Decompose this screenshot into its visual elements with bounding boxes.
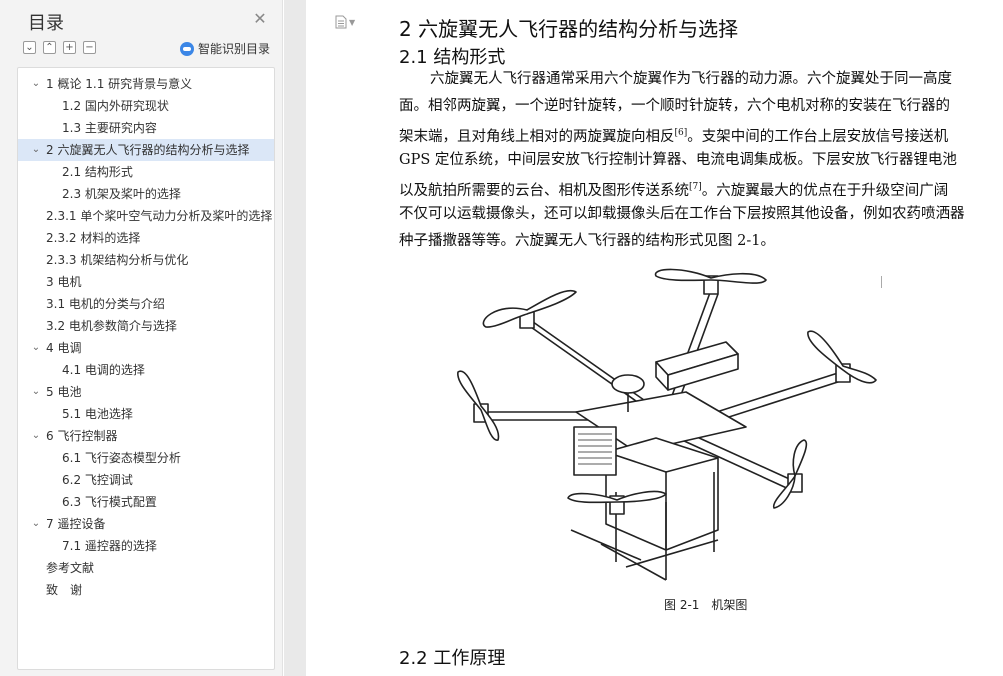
close-icon[interactable]: ✕ [252, 11, 268, 27]
toc-item[interactable]: ⌄ 1 概论 1.1 研究背景与意义 [18, 73, 274, 95]
line-text: 面。相邻两旋翼，一个逆时针旋转，一个顺时针旋转，六个电机对称的安装在飞行器的 [399, 98, 950, 114]
toc-item[interactable]: 2.3.2 材料的选择 [18, 227, 274, 249]
line-text: 种子播撒器等等。六旋翼无人飞行器的结构形式见图 2-1。 [399, 233, 775, 249]
toc-item[interactable]: ⌄ 4 电调 [18, 337, 274, 359]
toc-item-label: 5 电池 [46, 385, 82, 399]
heading-1: 2 六旋翼无人飞行器的结构分析与选择 [399, 17, 739, 41]
paragraph-line: 以及航拍所需要的云台、相机及图形传送系统[7]。六旋翼最大的优点在于升级空间广阔 [399, 174, 1003, 201]
toc-item[interactable]: 3.1 电机的分类与介绍 [18, 293, 274, 315]
toc-item[interactable]: ⌄ 6 飞行控制器 [18, 425, 274, 447]
figure-caption: 图 2-1 机架图 [664, 598, 748, 612]
toc-item-label: 4.1 电调的选择 [62, 363, 145, 377]
toc-item[interactable]: 3 电机 [18, 271, 274, 293]
toc-title: 目录 [28, 13, 64, 34]
toc-item[interactable]: 致 谢 [18, 579, 274, 601]
chevron-down-icon[interactable]: ⌄ [30, 73, 42, 95]
toc-item[interactable]: ⌄ 7 遥控设备 [18, 513, 274, 535]
toc-item-label: 2.1 结构形式 [62, 165, 133, 179]
paragraph-line: 不仅可以运载摄像头，还可以卸载摄像头后在工作台下层按照其他设备，例如农药喷洒器 [399, 201, 1003, 228]
toc-panel: 目录 ✕ ⌄ ⌃ + − 智能识别目录 ⌄ 1 概论 1.1 研究背景与意义 1.2… [0, 0, 283, 676]
toc-item-label: 3.2 电机参数简介与选择 [46, 319, 177, 333]
toc-item-label: 2.3.2 材料的选择 [46, 231, 141, 245]
paragraph-line: 架末端，且对角线上相对的两旋翼旋向相反[6]。支架中间的工作台上层安放信号接送机 [399, 120, 1003, 147]
toc-item[interactable]: 5.1 电池选择 [18, 403, 274, 425]
toc-item-label: 2 六旋翼无人飞行器的结构分析与选择 [46, 143, 250, 157]
toc-item-label: 1.3 主要研究内容 [62, 121, 157, 135]
toc-list: ⌄ 1 概论 1.1 研究背景与意义 1.2 国内外研究现状 1.3 主要研究内容 ⌄ 2… [17, 67, 275, 670]
toc-item[interactable]: 6.1 飞行姿态模型分析 [18, 447, 274, 469]
toc-item-label: 2.3 机架及桨叶的选择 [62, 187, 181, 201]
toc-item[interactable]: ⌄ 2 六旋翼无人飞行器的结构分析与选择 [18, 139, 274, 161]
page-gutter [284, 0, 306, 676]
paragraph-line: 面。相邻两旋翼，一个逆时针旋转，一个顺时针旋转，六个电机对称的安装在飞行器的 [399, 93, 1003, 120]
toc-item-label: 5.1 电池选择 [62, 407, 133, 421]
toc-item-label: 6.2 飞控调试 [62, 473, 133, 487]
toc-item[interactable]: 4.1 电调的选择 [18, 359, 274, 381]
toc-item[interactable]: 6.3 飞行模式配置 [18, 491, 274, 513]
toc-item-label: 6 飞行控制器 [46, 429, 118, 443]
toc-item[interactable]: 1.2 国内外研究现状 [18, 95, 274, 117]
chevron-down-icon[interactable]: ⌄ [30, 139, 42, 161]
chevron-down-icon: ▼ [349, 17, 356, 27]
paragraph-line: 种子播撒器等等。六旋翼无人飞行器的结构形式见图 2-1。 [399, 228, 1003, 255]
toc-item-label: 2.3.3 机架结构分析与优化 [46, 253, 189, 267]
toc-item[interactable]: 6.2 飞控调试 [18, 469, 274, 491]
toc-toolbar: ⌄ ⌃ + − [23, 41, 96, 54]
toc-item[interactable]: 1.3 主要研究内容 [18, 117, 274, 139]
ai-icon [180, 41, 194, 56]
line-text: GPS 定位系统，中间层安放飞行控制计算器、电流电调集成板。下层安放飞行器锂电池 [399, 152, 957, 168]
document-page: ▼ 2 六旋翼无人飞行器的结构分析与选择 2.1 结构形式 六旋翼无人飞行器通常… [306, 0, 1003, 676]
chevron-down-icon[interactable]: ⌄ [30, 513, 42, 535]
toc-item[interactable]: 2.1 结构形式 [18, 161, 274, 183]
line-text-after: 。支架中间的工作台上层安放信号接送机 [687, 128, 949, 145]
citation-ref[interactable]: [6] [675, 128, 688, 138]
chevron-down-icon[interactable]: ⌄ [30, 425, 42, 447]
toc-item[interactable]: 2.3.1 单个桨叶空气动力分析及桨叶的选择 [18, 205, 274, 227]
heading-2-next: 2.2 工作原理 [399, 648, 506, 669]
line-text: 不仅可以运载摄像头，还可以卸载摄像头后在工作台下层按照其他设备，例如农药喷洒器 [399, 206, 965, 222]
paragraph-line: GPS 定位系统，中间层安放飞行控制计算器、电流电调集成板。下层安放飞行器锂电池 [399, 147, 1003, 174]
add-heading-icon[interactable]: + [63, 41, 76, 54]
toc-item-label: 6.3 飞行模式配置 [62, 495, 157, 509]
text-cursor-marker [881, 276, 882, 288]
smart-toc-label: 智能识别目录 [198, 42, 271, 56]
toc-item-label: 7.1 遥控器的选择 [62, 539, 157, 553]
remove-heading-icon[interactable]: − [83, 41, 96, 54]
toc-item-label: 参考文献 [46, 561, 95, 575]
toc-item[interactable]: 3.2 电机参数简介与选择 [18, 315, 274, 337]
chevron-down-icon[interactable]: ⌄ [30, 337, 42, 359]
toc-item[interactable]: 参考文献 [18, 557, 274, 579]
line-text: 六旋翼无人飞行器通常采用六个旋翼作为飞行器的动力源。六个旋翼处于同一高度 [430, 71, 952, 87]
toc-item-label: 3 电机 [46, 275, 82, 289]
toc-item[interactable]: 7.1 遥控器的选择 [18, 535, 274, 557]
toc-item-label: 1.2 国内外研究现状 [62, 99, 169, 113]
toc-item-label: 7 遥控设备 [46, 517, 106, 531]
smart-toc-button[interactable]: 智能识别目录 [180, 40, 270, 57]
line-text: 架末端，且对角线上相对的两旋翼旋向相反 [399, 128, 675, 145]
toc-item[interactable]: 2.3 机架及桨叶的选择 [18, 183, 274, 205]
toc-item-label: 2.3.1 单个桨叶空气动力分析及桨叶的选择 [46, 209, 273, 223]
document-icon [335, 15, 347, 29]
toc-item-label: 1 概论 1.1 研究背景与意义 [46, 77, 193, 91]
toc-item-label: 6.1 飞行姿态模型分析 [62, 451, 181, 465]
toc-item[interactable]: ⌄ 5 电池 [18, 381, 274, 403]
paragraph-line: 六旋翼无人飞行器通常采用六个旋翼作为飞行器的动力源。六个旋翼处于同一高度 [399, 66, 1003, 93]
collapse-all-icon[interactable]: ⌃ [43, 41, 56, 54]
paragraph-menu-button[interactable]: ▼ [335, 15, 355, 29]
line-text: 以及航拍所需要的云台、相机及图形传送系统 [399, 182, 689, 199]
citation-ref[interactable]: [7] [689, 182, 702, 192]
toc-item[interactable]: 2.3.3 机架结构分析与优化 [18, 249, 274, 271]
line-text-after: 。六旋翼最大的优点在于升级空间广阔 [701, 182, 949, 199]
toc-item-label: 致 谢 [46, 583, 83, 597]
toc-item-label: 4 电调 [46, 341, 82, 355]
toc-item-label: 3.1 电机的分类与介绍 [46, 297, 165, 311]
expand-all-icon[interactable]: ⌄ [23, 41, 36, 54]
hexacopter-frame-drawing [457, 268, 877, 581]
chevron-down-icon[interactable]: ⌄ [30, 381, 42, 403]
body-paragraph: 六旋翼无人飞行器通常采用六个旋翼作为飞行器的动力源。六个旋翼处于同一高度面。相邻… [399, 66, 1003, 255]
